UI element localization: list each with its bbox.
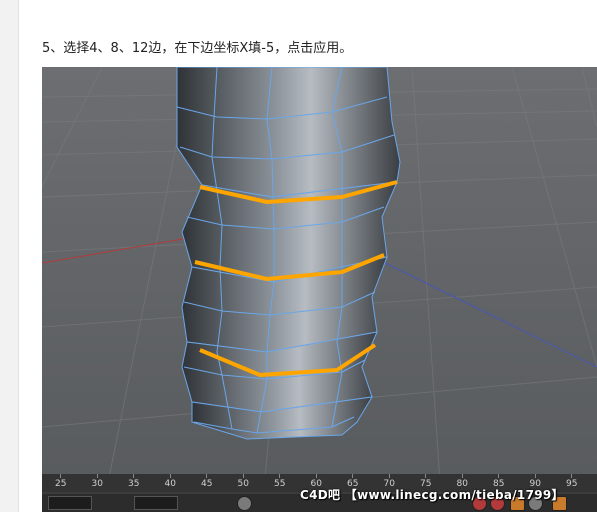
- timeline-tick: [96, 474, 98, 478]
- timeline-tick-label: 25: [55, 479, 67, 489]
- 3d-viewport[interactable]: [42, 67, 597, 512]
- start-frame-field[interactable]: [48, 496, 92, 510]
- timeline-tick: [242, 474, 244, 478]
- viewport-scene: [42, 67, 597, 512]
- twisted-column-mesh[interactable]: [176, 67, 401, 440]
- timeline-tick-label: 35: [128, 479, 140, 489]
- timeline-tick: [206, 474, 207, 478]
- timeline-tick: [169, 474, 171, 478]
- timeline-tick-label: 50: [237, 479, 249, 489]
- timeline-tick-label: 55: [274, 479, 286, 489]
- watermark-text: C4D吧 【www.linecg.com/tieba/1799】: [300, 488, 564, 502]
- timeline-tick: [498, 474, 499, 478]
- timeline-tick: [461, 474, 463, 478]
- timeline-tick: [534, 474, 536, 478]
- timeline-tick: [315, 474, 317, 478]
- play-button[interactable]: [237, 496, 252, 511]
- timeline-tick: [279, 474, 280, 478]
- left-margin-strip: [0, 0, 19, 512]
- timeline-tick: [133, 474, 134, 478]
- timeline-tick: [352, 474, 353, 478]
- timeline-tick-label: 95: [566, 479, 578, 489]
- timeline-tick: [388, 474, 390, 478]
- timeline-tick: [60, 474, 61, 478]
- timeline-tick: [571, 474, 572, 478]
- timeline-tick: [425, 474, 426, 478]
- tutorial-step-text: 5、选择4、8、12边，在下边坐标X填-5，点击应用。: [42, 41, 353, 56]
- timeline-tick-label: 30: [91, 479, 103, 489]
- timeline-tick-label: 45: [201, 479, 213, 489]
- end-frame-field[interactable]: [134, 496, 178, 510]
- timeline-tick-label: 40: [164, 479, 176, 489]
